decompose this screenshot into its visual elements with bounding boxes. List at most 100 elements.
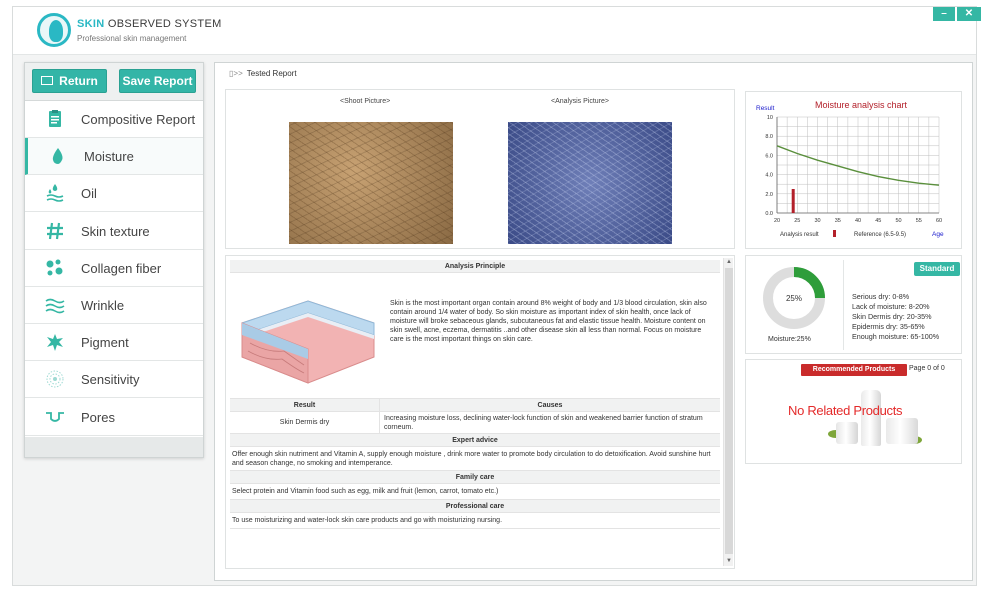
sidebar-item-label: Sensitivity	[81, 372, 140, 388]
skin-layer-illustration	[241, 300, 375, 384]
pigment-splat-icon	[45, 332, 65, 352]
professional-care-text: To use moisturizing and water-lock skin …	[230, 513, 720, 529]
save-report-button[interactable]: Save Report	[119, 69, 196, 93]
chart-x-tick: 45	[875, 218, 881, 224]
analysis-table: Analysis Principle Skin is the most impo…	[230, 260, 720, 529]
scroll-down-arrow-icon[interactable]: ▼	[726, 558, 732, 564]
expert-advice-text: Offer enough skin nutriment and Vitamin …	[230, 447, 720, 471]
chart-x-tick: 40	[855, 218, 861, 224]
causes-header: Causes	[537, 402, 563, 409]
sidebar-item-label: Wrinkle	[81, 298, 125, 313]
sidebar-item-oil[interactable]: Oil	[25, 175, 203, 213]
chart-x-tick: 35	[835, 218, 841, 224]
sidebar-item-label: Oil	[81, 186, 97, 202]
breadcrumb-arrows: ▯>>	[229, 69, 243, 78]
professional-care-title: Professional care	[230, 500, 720, 513]
sidebar-item-compositive-report[interactable]: Compositive Report	[25, 101, 203, 138]
minimize-button[interactable]: –	[933, 7, 955, 21]
sidebar-item-label: Pigment	[81, 335, 129, 351]
sidebar-toolbar: Return Save Report	[25, 63, 203, 101]
moisture-stats-panel: 25% Moisture:25% Standard Serious dry: 0…	[745, 255, 962, 354]
chart-y-tick: 10	[767, 115, 773, 121]
app-title: SKIN OBSERVED SYSTEM	[77, 18, 222, 30]
chart-legend-result-swatch	[833, 230, 836, 237]
moisture-chart: Moisture analysis chart Result 0.0 2.0 4.0 6.…	[756, 100, 944, 238]
sidebar: Return Save Report Compositive Report Moi…	[24, 62, 204, 458]
moisture-caption: Moisture:25%	[768, 336, 811, 343]
product-bottle-image	[861, 390, 881, 446]
chart-x-tick: 30	[814, 218, 820, 224]
analysis-scrollbar[interactable]: ▲ ▼	[723, 258, 733, 566]
title-bar: SKIN OBSERVED SYSTEM Professional skin m…	[13, 7, 981, 55]
standard-line: Serious dry: 0-8%	[852, 292, 910, 301]
sidebar-item-skin-texture[interactable]: Skin texture	[25, 213, 203, 250]
chart-x-label: Age	[932, 231, 944, 238]
divider	[843, 260, 844, 350]
principle-text: Skin is the most important organ contain…	[390, 300, 707, 343]
chart-legend-result: Analysis result	[780, 232, 819, 238]
sidebar-item-moisture[interactable]: Moisture	[25, 138, 203, 176]
result-causes-header: Result Causes	[230, 399, 720, 412]
sidebar-item-collagen-fiber[interactable]: Collagen fiber	[25, 250, 203, 287]
chart-y-tick: 8.0	[765, 134, 773, 140]
result-causes-row: Skin Dermis dry Increasing moisture loss…	[230, 412, 720, 434]
chart-y-tick: 6.0	[765, 153, 773, 159]
oil-drops-icon	[45, 183, 65, 203]
sensitivity-icon	[45, 369, 65, 389]
page-info: Page 0 of 0	[909, 365, 945, 372]
sidebar-item-label: Pores	[81, 409, 115, 425]
no-products-text: No Related Products	[788, 403, 903, 418]
sidebar-item-label: Collagen fiber	[81, 260, 162, 276]
recommended-products-panel: Recommended Products Page 0 of 0 No Rela…	[745, 359, 962, 464]
chart-title: Moisture analysis chart	[815, 100, 908, 110]
return-button[interactable]: Return	[32, 69, 107, 93]
hash-grid-icon	[45, 221, 65, 241]
sidebar-item-pigment[interactable]: Pigment	[25, 324, 203, 362]
family-care-title: Family care	[230, 471, 720, 484]
chart-x-tick: 55	[916, 218, 922, 224]
principle-title: Analysis Principle	[230, 260, 720, 273]
chart-x-tick: 60	[936, 218, 942, 224]
standard-line: Enough moisture: 65-100%	[852, 332, 940, 341]
chart-x-tick: 25	[794, 218, 800, 224]
scroll-up-arrow-icon[interactable]: ▲	[726, 259, 732, 265]
chart-x-tick: 20	[774, 218, 780, 224]
sidebar-item-pores[interactable]: Pores	[25, 399, 203, 436]
product-jar-image	[886, 418, 918, 444]
analysis-picture[interactable]	[508, 122, 672, 244]
analysis-panel: Analysis Principle Skin is the most impo…	[225, 255, 735, 569]
chart-y-tick: 2.0	[765, 192, 773, 198]
product-jar-image	[836, 422, 858, 444]
shoot-picture-label: <Shoot Picture>	[340, 98, 391, 105]
standard-line: Lack of moisture: 8-20%	[852, 302, 930, 311]
standard-badge: Standard	[914, 262, 960, 276]
main-panel: ▯>> Tested Report <Shoot Picture> <Analys…	[214, 62, 973, 581]
causes-value: Increasing moisture loss, declining wate…	[384, 415, 703, 431]
principle-row: Skin is the most important organ contain…	[230, 273, 720, 399]
collagen-dots-icon	[45, 258, 65, 278]
chart-legend-reference: Reference (6.5-9.5)	[854, 232, 906, 238]
chart-bar-analysis-result	[791, 189, 795, 213]
standard-line: Epidermis dry: 35-65%	[852, 322, 925, 331]
moisture-chart-panel: Moisture analysis chart Result 0.0 2.0 4.0 6.…	[745, 91, 962, 249]
sidebar-item-label: Skin texture	[81, 223, 150, 239]
pore-icon	[45, 407, 65, 427]
chart-y-tick: 4.0	[765, 173, 773, 179]
analysis-picture-label: <Analysis Picture>	[551, 98, 609, 105]
scroll-thumb[interactable]	[725, 268, 733, 554]
app-subtitle: Professional skin management	[77, 34, 187, 43]
moisture-gauge: 25%	[763, 267, 825, 329]
standard-line: Skin Dermis dry: 20-35%	[852, 312, 932, 321]
sidebar-item-wrinkle[interactable]: Wrinkle	[25, 287, 203, 324]
shoot-picture[interactable]	[289, 122, 453, 244]
result-header: Result	[230, 399, 380, 411]
close-button[interactable]: ✕	[957, 7, 981, 21]
sidebar-item-sensitivity[interactable]: Sensitivity	[25, 361, 203, 399]
pictures-panel: <Shoot Picture> <Analysis Picture>	[225, 89, 735, 249]
standard-list: Serious dry: 0-8% Lack of moisture: 8-20…	[852, 292, 939, 342]
family-care-text: Select protein and Vitamin food such as …	[230, 484, 720, 500]
report-icon	[45, 109, 65, 129]
sidebar-item-label: Moisture	[84, 149, 134, 165]
chart-x-tick: 50	[895, 218, 901, 224]
wave-lines-icon	[45, 295, 65, 315]
